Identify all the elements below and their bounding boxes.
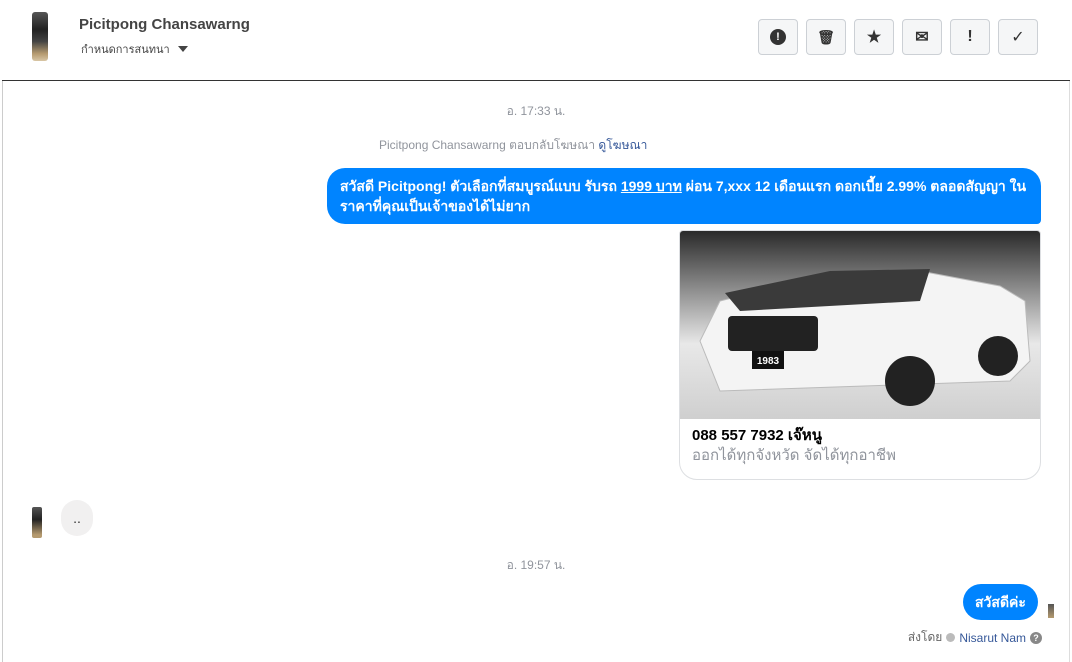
envelope-icon: ✉ [915,29,929,46]
settings-label: กำหนดการสนทนา [81,44,170,56]
star-icon: ★ [866,29,882,46]
star-button[interactable]: ★ [854,19,894,55]
check-icon: ✓ [1011,29,1025,46]
toolbar: ! 🗑 ★ ✉ ! ✓ [758,19,1038,55]
report-spam-button[interactable]: ! [758,19,798,55]
conversation-settings-dropdown[interactable]: กำหนดการสนทนา [81,40,188,58]
message-link[interactable]: 1999 บาท [621,178,682,194]
exclamation-icon: ! [967,28,973,45]
card-subtitle: ออกได้ทุกจังหวัด จัดได้ทุกอาชีพ [692,447,896,464]
outgoing-message: สวัสดี Picitpong! ตัวเลือกที่สมบูรณ์แบบ … [327,168,1041,224]
delete-button[interactable]: 🗑 [806,19,846,55]
contact-avatar[interactable] [32,12,48,61]
timestamp: อ. 17:33 น. [506,104,566,118]
view-ad-link[interactable]: ดูโฆษณา [598,138,647,152]
timestamp: อ. 19:57 น. [506,558,566,572]
help-icon[interactable]: ? [1030,631,1042,644]
sent-by-info: ส่งโดย Nisarut Nam? [908,628,1042,647]
ad-reply-notice: Picitpong Chansawarng ตอบกลับโฆษณา ดูโฆษ… [379,136,647,155]
mark-unread-button[interactable]: ✉ [902,19,942,55]
alert-circle-icon: ! [770,29,786,45]
notice-text: Picitpong Chansawarng ตอบกลับโฆษณา [379,138,596,152]
sent-by-label: ส่งโดย [907,630,943,644]
incoming-message: .. [61,500,93,536]
contact-avatar-small [32,507,42,538]
license-plate: 1983 [757,356,780,367]
ad-card[interactable]: 1983 088 557 7932 เจ๊หนู ออกได้ทุกจังหวั… [679,230,1041,480]
verified-icon [946,633,956,642]
mark-done-button[interactable]: ✓ [998,19,1038,55]
follow-up-button[interactable]: ! [950,19,990,55]
trash-icon: 🗑 [817,28,835,45]
message-text: สวัสดี Picitpong! ตัวเลือกที่สมบูรณ์แบบ … [340,178,621,194]
conversation-header: Picitpong Chansawarng กำหนดการสนทนา ! 🗑 … [2,0,1070,81]
caret-down-icon [177,46,188,52]
contact-name[interactable]: Picitpong Chansawarng [79,16,250,33]
outgoing-message: สวัสดีค่ะ [963,584,1038,620]
pickup-truck-image: 1983 [699,269,1031,406]
sender-name[interactable]: Nisarut Nam [959,631,1026,645]
car-image: 1983 [680,231,1040,419]
seen-avatar [1048,604,1054,618]
